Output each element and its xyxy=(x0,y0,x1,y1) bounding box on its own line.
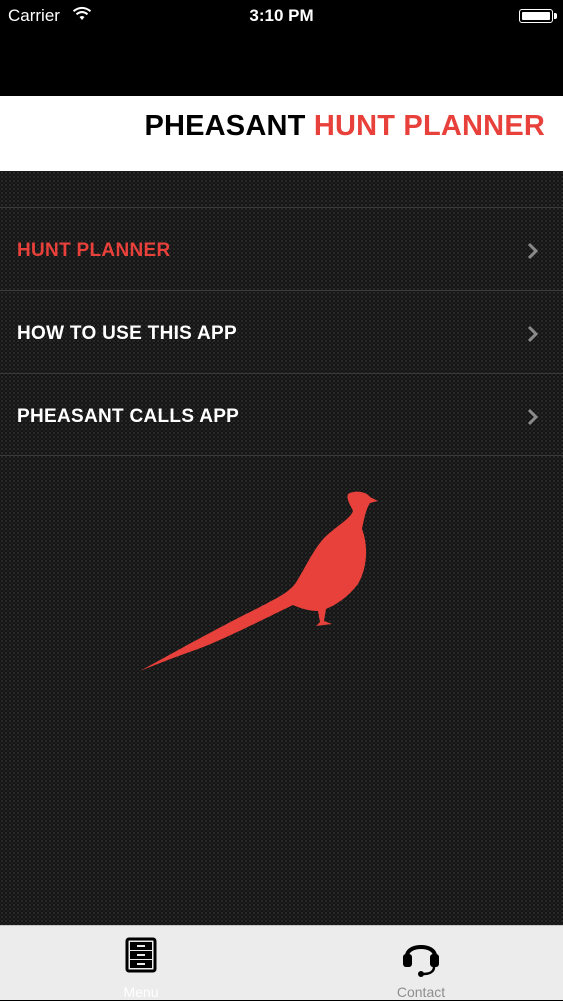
headset-icon xyxy=(403,945,439,977)
chevron-right-icon xyxy=(527,408,539,426)
app-title: PHEASANT HUNT PLANNER xyxy=(144,110,545,143)
battery-icon xyxy=(519,9,557,23)
chevron-right-icon xyxy=(527,242,539,260)
tab-menu-label: Menu xyxy=(123,984,159,1000)
menu-item-label: HUNT PLANNER xyxy=(17,240,171,261)
status-bar: Carrier 3:10 PM xyxy=(0,0,563,32)
menu-item-label: PHEASANT CALLS APP xyxy=(17,406,240,427)
chevron-right-icon xyxy=(527,325,539,343)
tab-contact[interactable]: Contact xyxy=(341,926,501,1001)
main-content: HUNT PLANNER HOW TO USE THIS APP PHEASAN… xyxy=(0,171,563,925)
menu-item-label: HOW TO USE THIS APP xyxy=(17,323,237,344)
tab-menu[interactable]: Menu xyxy=(61,926,221,1001)
app-title-part1: PHEASANT xyxy=(144,110,306,142)
menu-list: HUNT PLANNER HOW TO USE THIS APP PHEASAN… xyxy=(0,207,563,456)
menu-item-how-to-use[interactable]: HOW TO USE THIS APP xyxy=(0,290,563,373)
app-title-part2: HUNT PLANNER xyxy=(313,110,545,142)
menu-item-hunt-planner[interactable]: HUNT PLANNER xyxy=(0,207,563,290)
pheasant-logo xyxy=(140,491,378,671)
menu-item-pheasant-calls[interactable]: PHEASANT CALLS APP xyxy=(0,373,563,456)
tab-bar: Menu Contact xyxy=(0,925,563,1000)
tab-contact-label: Contact xyxy=(396,984,446,1000)
file-cabinet-icon xyxy=(125,937,157,973)
status-time: 3:10 PM xyxy=(249,6,314,25)
app-header: PHEASANT HUNT PLANNER xyxy=(0,96,563,171)
